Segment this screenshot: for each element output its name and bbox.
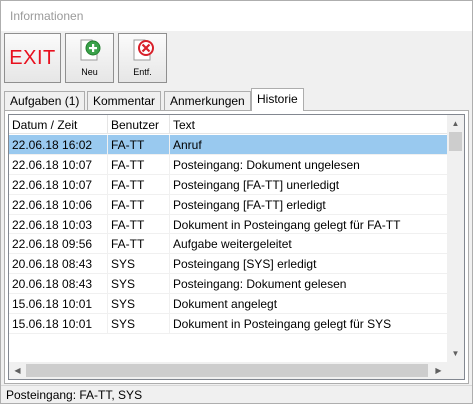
delete-button-label: Entf. (133, 67, 152, 77)
cell-user: FA-TT (108, 194, 170, 214)
table-row[interactable]: 22.06.18 10:07 FA-TT Posteingang [FA-TT]… (9, 174, 448, 195)
tab-anmerkungen[interactable]: Anmerkungen (164, 91, 251, 111)
grid-rows: 22.06.18 16:02 FA-TT Anruf 22.06.18 10:0… (9, 135, 448, 334)
cell-user: SYS (108, 274, 170, 294)
vertical-scrollbar[interactable]: ▲ ▼ (447, 115, 464, 362)
status-bar: Posteingang: FA-TT, SYS (1, 385, 472, 403)
history-grid: Datum / Zeit Benutzer Text 22.06.18 16:0… (8, 114, 465, 380)
new-button-label: Neu (81, 67, 98, 77)
tab-kommentar[interactable]: Kommentar (87, 91, 162, 111)
table-row[interactable]: 20.06.18 08:43 SYS Posteingang: Dokument… (9, 274, 448, 295)
tab-historie[interactable]: Historie (251, 88, 304, 111)
column-header-text[interactable]: Text (170, 115, 448, 134)
add-document-icon (80, 39, 101, 61)
table-row[interactable]: 22.06.18 09:56 FA-TT Aufgabe weitergelei… (9, 234, 448, 255)
table-row[interactable]: 15.06.18 10:01 SYS Dokument angelegt (9, 294, 448, 315)
cell-user: SYS (108, 254, 170, 274)
informationen-window: Informationen EXIT Neu Entf. Aufgaben (1… (0, 0, 473, 404)
vertical-scroll-thumb[interactable] (449, 132, 462, 151)
cell-date: 22.06.18 09:56 (9, 234, 108, 254)
grid-header: Datum / Zeit Benutzer Text (9, 115, 448, 134)
cell-date: 15.06.18 10:01 (9, 314, 108, 334)
scroll-left-icon[interactable]: ◀ (9, 362, 26, 379)
table-row[interactable]: 22.06.18 10:06 FA-TT Posteingang [FA-TT]… (9, 194, 448, 215)
cell-text: Dokument angelegt (173, 297, 278, 312)
scroll-up-icon[interactable]: ▲ (447, 115, 464, 132)
window-title: Informationen (10, 9, 84, 23)
horizontal-scroll-thumb[interactable] (26, 364, 428, 377)
cell-text: Posteingang [FA-TT] erledigt (173, 197, 326, 212)
new-button[interactable]: Neu (65, 33, 114, 83)
cell-date: 22.06.18 10:06 (9, 194, 108, 214)
scrollbar-corner (447, 362, 464, 379)
status-text: Posteingang: FA-TT, SYS (6, 388, 143, 402)
cell-text: Posteingang [FA-TT] unerledigt (173, 177, 340, 192)
cell-text: Posteingang: Dokument gelesen (173, 277, 347, 292)
cell-text: Posteingang [SYS] erledigt (173, 257, 317, 272)
scroll-right-icon[interactable]: ▶ (430, 362, 447, 379)
exit-button-label: EXIT (9, 47, 56, 69)
horizontal-scrollbar[interactable]: ◀ ▶ (9, 362, 447, 379)
cell-user: FA-TT (108, 154, 170, 174)
cell-date: 22.06.18 10:07 (9, 174, 108, 194)
cell-user: FA-TT (108, 135, 170, 154)
cell-user: SYS (108, 314, 170, 334)
table-row[interactable]: 22.06.18 10:07 FA-TT Posteingang: Dokume… (9, 154, 448, 175)
delete-button[interactable]: Entf. (118, 33, 167, 83)
cell-date: 22.06.18 16:02 (9, 135, 108, 154)
table-row[interactable]: 20.06.18 08:43 SYS Posteingang [SYS] erl… (9, 254, 448, 275)
title-bar[interactable]: Informationen (1, 1, 472, 31)
cell-user: FA-TT (108, 174, 170, 194)
cell-text: Dokument in Posteingang gelegt für FA-TT (173, 217, 401, 232)
table-row[interactable]: 22.06.18 16:02 FA-TT Anruf (9, 135, 448, 155)
column-header-user[interactable]: Benutzer (108, 115, 170, 134)
cell-text: Posteingang: Dokument ungelesen (173, 157, 360, 172)
tab-bar: Aufgaben (1) Kommentar Anmerkungen Histo… (4, 88, 469, 111)
cell-date: 15.06.18 10:01 (9, 294, 108, 314)
table-row[interactable]: 15.06.18 10:01 SYS Dokument in Posteinga… (9, 314, 448, 334)
column-header-date[interactable]: Datum / Zeit (9, 115, 108, 134)
cell-user: FA-TT (108, 214, 170, 234)
cell-text: Anruf (173, 138, 202, 152)
cell-date: 20.06.18 08:43 (9, 274, 108, 294)
toolbar: EXIT Neu Entf. (1, 31, 472, 85)
scroll-down-icon[interactable]: ▼ (447, 345, 464, 362)
cell-text: Aufgabe weitergeleitet (173, 237, 292, 252)
delete-document-icon (133, 39, 154, 61)
cell-date: 22.06.18 10:03 (9, 214, 108, 234)
tab-aufgaben[interactable]: Aufgaben (1) (4, 91, 86, 111)
historie-panel: Datum / Zeit Benutzer Text 22.06.18 16:0… (4, 110, 469, 384)
exit-button[interactable]: EXIT (4, 33, 61, 83)
cell-date: 20.06.18 08:43 (9, 254, 108, 274)
cell-user: SYS (108, 294, 170, 314)
cell-user: FA-TT (108, 234, 170, 254)
cell-text: Dokument in Posteingang gelegt für SYS (173, 317, 392, 332)
table-row[interactable]: 22.06.18 10:03 FA-TT Dokument in Postein… (9, 214, 448, 235)
cell-date: 22.06.18 10:07 (9, 154, 108, 174)
